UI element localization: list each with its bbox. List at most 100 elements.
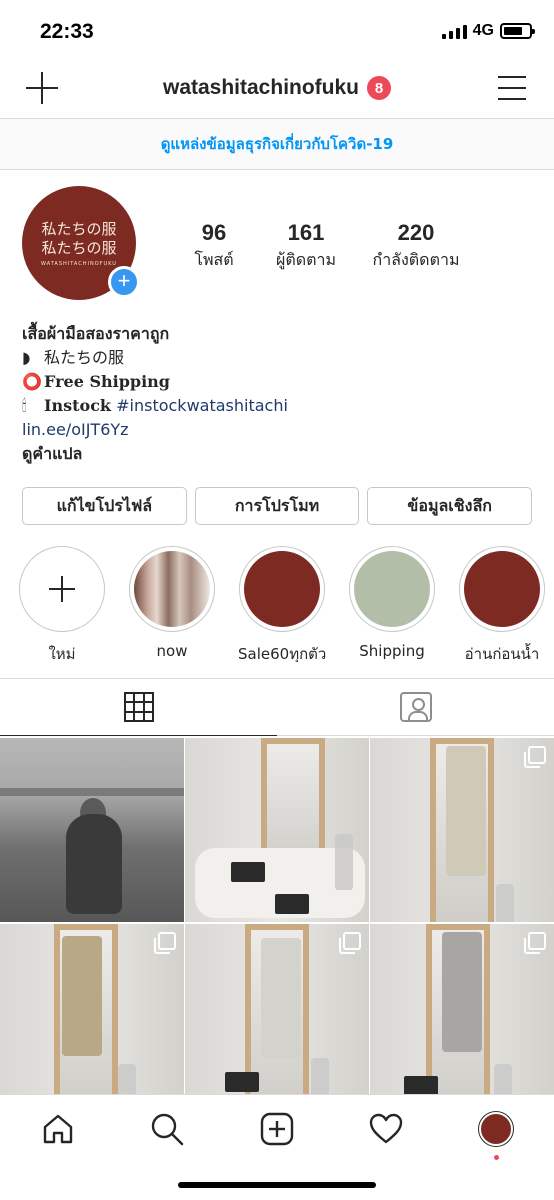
notification-dot — [494, 1155, 499, 1160]
carousel-icon — [154, 932, 176, 954]
insights-button[interactable]: ข้อมูลเชิงลึก — [367, 487, 533, 525]
heart-icon[interactable] — [366, 1109, 406, 1149]
highlight-cover-image — [464, 551, 540, 627]
add-post-icon[interactable] — [257, 1109, 297, 1149]
posts-grid — [0, 738, 554, 1094]
followers-stat[interactable]: 161 ผู้ติดตาม — [258, 220, 354, 273]
posts-stat[interactable]: 96 โพสต์ — [176, 220, 252, 273]
highlight-ring[interactable] — [19, 546, 105, 632]
highlight-now[interactable]: now — [128, 546, 216, 660]
search-icon[interactable] — [147, 1109, 187, 1149]
trousers-shape — [261, 938, 301, 1058]
battery-icon — [500, 23, 535, 39]
covid-banner[interactable]: ดูแหล่งข้อมูลธุรกิจเกี่ยวกับโควิด-19 — [0, 119, 554, 169]
highlight-read-first[interactable]: อ่านก่อนน้ำ — [458, 546, 546, 662]
person-body-shape — [66, 814, 122, 914]
bio-hashtag[interactable]: #instockwatashitachi — [116, 396, 288, 415]
bottle-shape — [118, 1064, 136, 1094]
status-bar: 22:33 4G — [0, 0, 554, 64]
bio-instock-text: Instock — [44, 396, 112, 415]
post-thumbnail[interactable] — [370, 738, 554, 922]
signal-icon — [441, 23, 467, 39]
candle-icon: 🕯 — [22, 396, 27, 415]
carousel-icon — [524, 932, 546, 954]
promotions-button[interactable]: การโปรโมท — [194, 487, 360, 525]
trousers-shape — [62, 936, 102, 1056]
home-indicator — [178, 1182, 376, 1188]
posts-count: 96 — [201, 220, 227, 245]
highlight-shipping[interactable]: Shipping — [348, 546, 436, 660]
post-thumbnail[interactable] — [185, 924, 369, 1094]
highlight-new[interactable]: ใหม่ — [18, 546, 106, 662]
post-thumbnail[interactable] — [185, 738, 369, 922]
skyline-shape — [0, 788, 184, 796]
covid-link[interactable]: ดูแหล่งข้อมูลธุรกิจเกี่ยวกับโควิด-19 — [161, 132, 394, 156]
cassette-shape — [404, 1076, 438, 1094]
posts-label: โพสต์ — [194, 250, 234, 269]
highlight-label: อ่านก่อนน้ำ — [464, 645, 540, 662]
see-translation-link[interactable]: ดูคำแปล — [22, 442, 532, 466]
following-count: 220 — [397, 220, 435, 245]
notification-badge: 8 — [367, 76, 392, 100]
highlight-ring[interactable] — [129, 546, 215, 632]
cassette-shape — [275, 894, 309, 914]
highlight-cover-image — [134, 551, 210, 627]
post-thumbnail[interactable] — [370, 924, 554, 1094]
profile-bio: เสื้อผ้ามือสองราคาถูก ◗ 私たちの服 ⭕ Free Shipp… — [22, 322, 532, 466]
carousel-icon — [524, 746, 546, 768]
profile-avatar[interactable]: 私たちの服 私たちの服 WATASHITACHINOFUKU + — [22, 186, 140, 300]
bio-name: เสื้อผ้ามือสองราคาถูก — [22, 324, 170, 343]
plus-icon — [49, 576, 75, 602]
tagged-icon — [399, 691, 432, 722]
bio-line-instock: 🕯 Instock #instockwatashitachi — [22, 394, 532, 418]
account-switcher[interactable]: watashitachinofuku 8 — [0, 76, 554, 100]
bottle-shape — [494, 1064, 512, 1094]
profile-actions: แก้ไขโปรไฟล์ การโปรโมท ข้อมูลเชิงลึก — [22, 487, 533, 525]
banner-divider — [0, 169, 554, 170]
highlight-ring[interactable] — [459, 546, 545, 632]
trousers-shape — [442, 932, 482, 1052]
post-thumbnail[interactable] — [0, 738, 184, 922]
top-nav: watashitachinofuku 8 — [0, 64, 554, 118]
highlight-cover-image — [354, 551, 430, 627]
bio-line-shipping: ⭕ Free Shipping — [22, 370, 532, 394]
following-stat[interactable]: 220 กำลังติดตาม — [356, 220, 476, 273]
tab-grid[interactable] — [0, 678, 277, 736]
followers-label: ผู้ติดตาม — [275, 250, 337, 269]
bio-link[interactable]: lin.ee/oIJT6Yz — [22, 418, 532, 442]
add-story-icon[interactable]: + — [108, 266, 140, 298]
cassette-shape — [225, 1072, 259, 1092]
highlight-label: Sale60ทุกตัว — [238, 645, 327, 662]
grid-icon — [123, 691, 154, 722]
highlight-sale[interactable]: Sale60ทุกตัว — [238, 546, 326, 662]
carousel-icon — [339, 932, 361, 954]
profile-stats: 96 โพสต์ 161 ผู้ติดตาม 220 กำลังติดตาม — [176, 220, 486, 273]
circle-icon: ⭕ — [22, 372, 42, 391]
bottle-shape — [311, 1058, 329, 1094]
bio-line-brand: ◗ 私たちの服 — [22, 346, 532, 370]
menu-icon[interactable] — [498, 76, 526, 100]
home-icon[interactable] — [38, 1109, 78, 1149]
followers-count: 161 — [287, 220, 325, 245]
highlight-cover-image — [244, 551, 320, 627]
post-thumbnail[interactable] — [0, 924, 184, 1094]
bio-shipping-text: Free Shipping — [44, 372, 170, 391]
username: watashitachinofuku — [162, 76, 360, 99]
edit-profile-button[interactable]: แก้ไขโปรไฟล์ — [22, 487, 187, 525]
bio-brand-text: 私たちの服 — [44, 348, 125, 367]
bottle-shape — [496, 884, 514, 922]
tab-tagged[interactable] — [277, 678, 554, 736]
trousers-shape — [446, 746, 486, 876]
highlight-ring[interactable] — [349, 546, 435, 632]
profile-thumbnail — [479, 1112, 513, 1146]
avatar-logo-line-2: 私たちの服 — [41, 238, 117, 257]
bottle-shape — [335, 834, 353, 890]
profile-tabs — [0, 678, 554, 736]
half-moon-icon: ◗ — [22, 348, 31, 367]
profile-icon[interactable] — [476, 1109, 516, 1160]
avatar-logo-sub: WATASHITACHINOFUKU — [41, 260, 117, 267]
status-time: 22:33 — [40, 20, 94, 43]
avatar-logo-line-1: 私たちの服 — [41, 219, 117, 238]
story-highlights: ใหม่ now Sale60ทุกตัว Shipping อ่านก่อนน… — [18, 546, 554, 662]
highlight-ring[interactable] — [239, 546, 325, 632]
